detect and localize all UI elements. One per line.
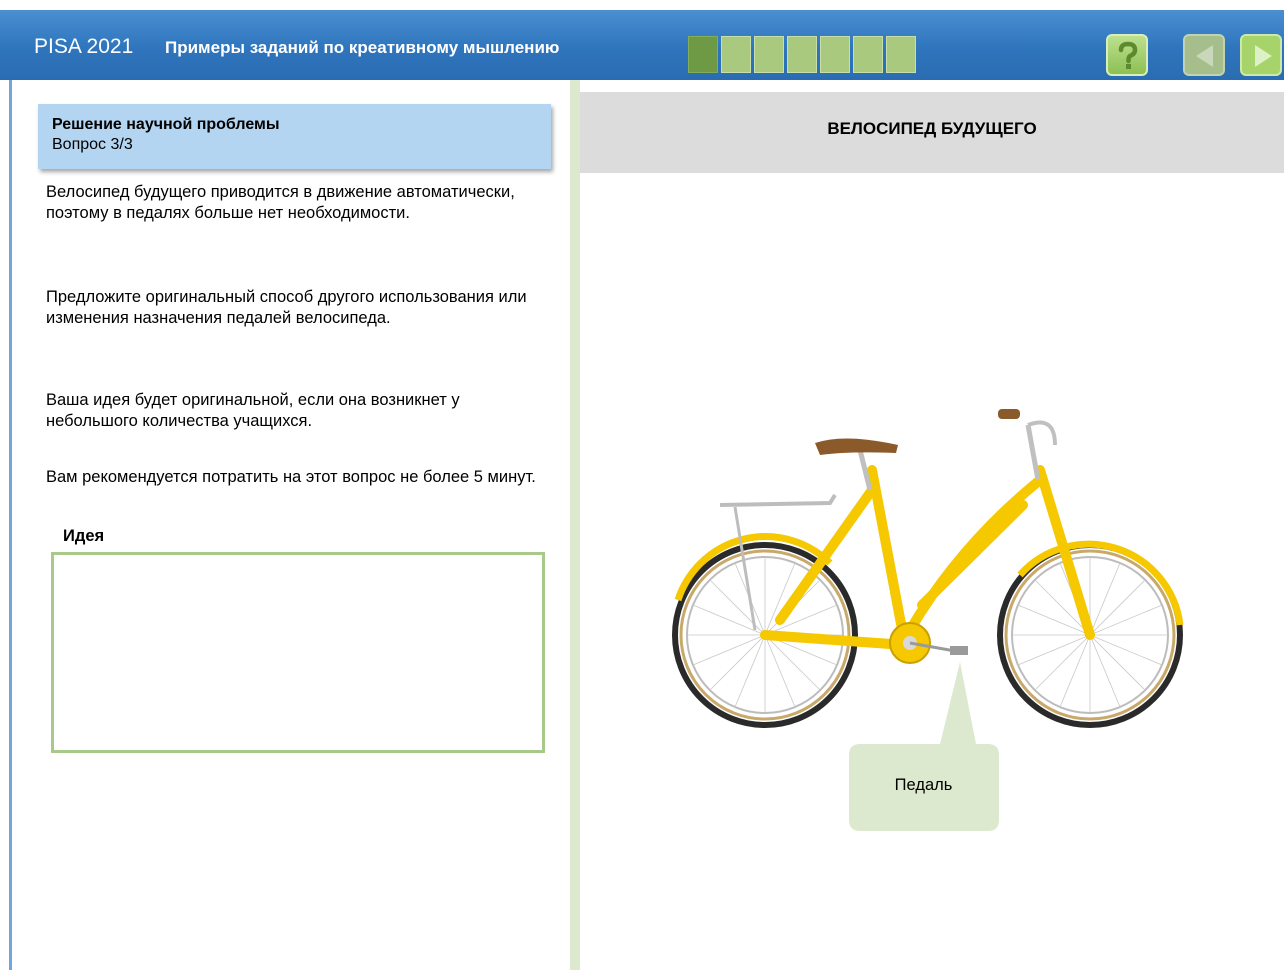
idea-answer-field[interactable]: [51, 552, 545, 753]
next-button[interactable]: [1240, 34, 1282, 76]
stimulus-title: ВЕЛОСИПЕД БУДУЩЕГО: [827, 119, 1037, 138]
progress-indicator: [688, 36, 916, 73]
top-bar: PISA 2021 Примеры заданий по креативному…: [0, 10, 1284, 80]
progress-segment: [721, 36, 751, 73]
question-title: Решение научной проблемы: [52, 116, 280, 133]
question-mark-icon: [1118, 41, 1138, 69]
idea-label: Идея: [63, 527, 105, 545]
progress-segment: [820, 36, 850, 73]
arrow-left-icon: [1196, 45, 1213, 67]
question-header: Решение научной проблемы Вопрос 3/3: [38, 104, 551, 169]
pedal-label: Педаль: [894, 776, 953, 794]
pedal-callout: [849, 662, 999, 831]
progress-segment: [853, 36, 883, 73]
app-title: PISA 2021: [34, 35, 134, 58]
previous-button[interactable]: [1183, 34, 1225, 76]
progress-segment: [754, 36, 784, 73]
progress-segment: [886, 36, 916, 73]
question-paragraph: Велосипед будущего приводится в движение…: [46, 183, 515, 222]
app-subtitle: Примеры заданий по креативному мышлению: [165, 38, 560, 57]
stimulus-header: ВЕЛОСИПЕД БУДУЩЕГО: [580, 92, 1284, 173]
question-paragraph: Вам рекомендуется потратить на этот вопр…: [46, 468, 536, 486]
question-paragraph: Ваша идея будет оригинальной, если она в…: [46, 391, 460, 430]
question-number: Вопрос 3/3: [52, 136, 133, 153]
left-border: [9, 80, 12, 970]
panel-divider: [570, 80, 580, 970]
arrow-right-icon: [1255, 45, 1272, 67]
progress-segment-current: [688, 36, 718, 73]
question-paragraph: Предложите оригинальный способ другого и…: [46, 288, 527, 327]
progress-segment: [787, 36, 817, 73]
help-button[interactable]: [1106, 34, 1148, 76]
